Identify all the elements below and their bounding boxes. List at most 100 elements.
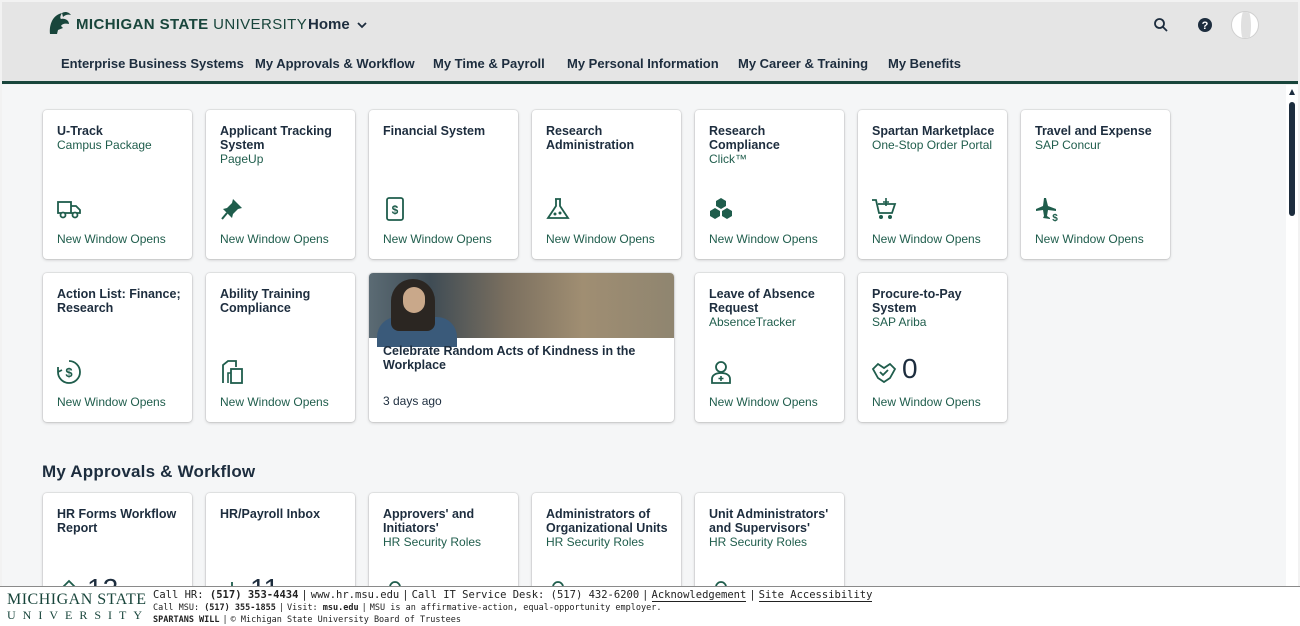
tile-title: Spartan Marketplace One-Stop Order Portal <box>872 124 998 152</box>
footer-line-2: Call MSU: (517) 355-1855 | Visit: msu.edu |… <box>153 603 662 613</box>
news-date: 3 days ago <box>383 394 442 408</box>
tile-footer: New Window Opens <box>383 232 492 246</box>
tile-subtitle: HR Security Roles <box>546 535 645 549</box>
scrollbar-thumb[interactable] <box>1289 102 1295 216</box>
tile-financial-system[interactable]: Financial System $ New Window Opens <box>369 110 518 259</box>
tab-enterprise-business-systems[interactable]: Enterprise Business Systems <box>57 48 250 84</box>
user-avatar[interactable] <box>1231 11 1259 39</box>
tile-u-track[interactable]: U-Track Campus Package New Window Opens <box>43 110 192 259</box>
handshake-icon <box>871 359 897 385</box>
dollar-circle-icon: $ <box>56 359 82 385</box>
hr-phone: (517) 353-4434 <box>209 589 299 601</box>
tile-title: Ability Training Compliance <box>220 287 311 315</box>
inbox-icon <box>219 579 245 586</box>
spartans-will: SPARTANS WILL <box>153 615 220 625</box>
tile-research-administration[interactable]: Research Administration New Window Opens <box>532 110 681 259</box>
tile-subtitle: HR Security Roles <box>709 535 808 549</box>
cart-icon <box>871 196 897 222</box>
tab-my-personal-information[interactable]: My Personal Information <box>567 48 719 84</box>
acknowledgement-link[interactable]: Acknowledgement <box>651 589 747 602</box>
tile-spartan-marketplace[interactable]: Spartan Marketplace One-Stop Order Portal… <box>858 110 1007 259</box>
tile-action-list[interactable]: Action List: Finance; Research $ New Win… <box>43 273 192 422</box>
tile-leave-of-absence[interactable]: Leave of Absence Request AbsenceTracker N… <box>695 273 844 422</box>
footer-msu-logo[interactable]: MICHIGAN STATE UNIVERSITY <box>7 591 149 623</box>
spartan-helmet-icon <box>49 11 71 34</box>
document-dollar-icon: $ <box>382 196 408 222</box>
it-service-desk: Call IT Service Desk: (517) 432-6200 <box>411 589 640 601</box>
tile-subtitle: AbsenceTracker <box>709 315 796 329</box>
help-icon: ? <box>1198 18 1212 32</box>
tile-hr-payroll-inbox[interactable]: HR/Payroll Inbox 11 <box>206 493 355 586</box>
documents-icon <box>219 359 245 385</box>
search-button[interactable] <box>1150 14 1172 36</box>
tile-footer: New Window Opens <box>872 395 981 409</box>
search-icon <box>1154 18 1168 32</box>
tile-research-compliance[interactable]: Research Compliance Click™ New Window Ope… <box>695 110 844 259</box>
msu-site-link[interactable]: msu.edu <box>323 603 359 613</box>
tile-footer: New Window Opens <box>57 232 166 246</box>
tile-subtitle: Campus Package <box>57 138 152 152</box>
cubes-icon <box>708 196 734 222</box>
msu-label: Call MSU: <box>153 603 205 613</box>
tile-title: Research Administration <box>546 124 635 152</box>
tab-my-career-training[interactable]: My Career & Training <box>738 48 868 84</box>
help-button[interactable]: ? <box>1194 14 1216 36</box>
msu-logo[interactable]: MICHIGAN STATE UNIVERSITY <box>46 10 307 38</box>
tile-travel-expense[interactable]: Travel and Expense SAP Concur $ New Windo… <box>1021 110 1170 259</box>
person-icon <box>545 579 571 586</box>
tile-title: Administrators of Organizational Units HR… <box>546 507 672 549</box>
scroll-up-arrow-icon[interactable] <box>1289 89 1295 95</box>
person-icon <box>708 579 734 586</box>
tile-unit-administrators[interactable]: Unit Administrators' and Supervisors' HR … <box>695 493 844 586</box>
footer-line-1: Call HR: (517) 353-4434 | www.hr.msu.edu | C… <box>153 589 873 602</box>
tile-approvers-initiators[interactable]: Approvers' and Initiators' HR Security Ro… <box>369 493 518 586</box>
tile-title: Leave of Absence Request AbsenceTracker <box>709 287 835 329</box>
svg-text:$: $ <box>65 365 73 380</box>
tile-title: Financial System <box>383 124 486 138</box>
tile-applicant-tracking[interactable]: Applicant Tracking System PageUp New Wind… <box>206 110 355 259</box>
flask-icon <box>545 196 571 222</box>
tile-footer: New Window Opens <box>220 232 329 246</box>
tile-procure-to-pay[interactable]: Procure-to-Pay System SAP Ariba 0 New Win… <box>858 273 1007 422</box>
eeo-statement: MSU is an affirmative-action, equal-oppo… <box>369 603 662 613</box>
site-accessibility-link[interactable]: Site Accessibility <box>758 589 873 602</box>
tile-hr-forms-workflow[interactable]: HR Forms Workflow Report 12 <box>43 493 192 586</box>
tile-title: Procure-to-Pay System SAP Ariba <box>872 287 998 329</box>
home-menu-label: Home <box>308 16 350 33</box>
tab-my-benefits[interactable]: My Benefits <box>888 48 961 84</box>
tile-footer: New Window Opens <box>57 395 166 409</box>
tile-subtitle: SAP Ariba <box>872 315 927 329</box>
page-footer: MICHIGAN STATE UNIVERSITY Call HR: (517)… <box>0 586 1300 626</box>
tab-my-approvals-workflow[interactable]: My Approvals & Workflow <box>255 48 415 84</box>
person-icon <box>708 359 734 385</box>
svg-text:$: $ <box>392 203 399 217</box>
tile-count: 11 <box>250 573 279 586</box>
tile-footer: New Window Opens <box>546 232 655 246</box>
svg-text:?: ? <box>1202 20 1209 32</box>
tile-subtitle: One-Stop Order Portal <box>872 138 993 152</box>
tile-footer: New Window Opens <box>709 232 818 246</box>
tile-subtitle: Click™ <box>709 152 747 166</box>
tile-administrators-org-units[interactable]: Administrators of Organizational Units HR… <box>532 493 681 586</box>
hr-site-link[interactable]: www.hr.msu.edu <box>311 589 400 601</box>
footer-line-3: SPARTANS WILL | © Michigan State Universit… <box>153 615 461 625</box>
tile-ability-training[interactable]: Ability Training Compliance New Window O… <box>206 273 355 422</box>
news-tile[interactable]: Celebrate Random Acts of Kindness in the… <box>369 273 674 422</box>
home-menu-button[interactable]: Home <box>308 16 368 33</box>
hr-label: Call HR: <box>153 589 210 601</box>
tile-title: HR Forms Workflow Report <box>57 507 177 535</box>
tile-subtitle: PageUp <box>220 152 264 166</box>
plane-dollar-icon: $ <box>1034 196 1060 224</box>
workflow-icon <box>56 579 82 586</box>
footer-logo-line1: MICHIGAN STATE <box>7 591 147 608</box>
tile-count: 12 <box>87 573 118 586</box>
content-scrollbar[interactable] <box>1286 85 1298 586</box>
svg-text:$: $ <box>1052 213 1058 222</box>
tab-my-time-payroll[interactable]: My Time & Payroll <box>433 48 545 84</box>
copyright: © Michigan State University Board of Tru… <box>230 615 461 625</box>
visit-label: Visit: <box>286 603 323 613</box>
tile-title: Research Compliance Click™ <box>709 124 835 166</box>
footer-text: Call HR: (517) 353-4434 | www.hr.msu.edu | C… <box>153 588 873 626</box>
truck-icon <box>56 196 82 222</box>
shell-header: MICHIGAN STATE UNIVERSITY Home ? Enterpr… <box>2 2 1298 84</box>
